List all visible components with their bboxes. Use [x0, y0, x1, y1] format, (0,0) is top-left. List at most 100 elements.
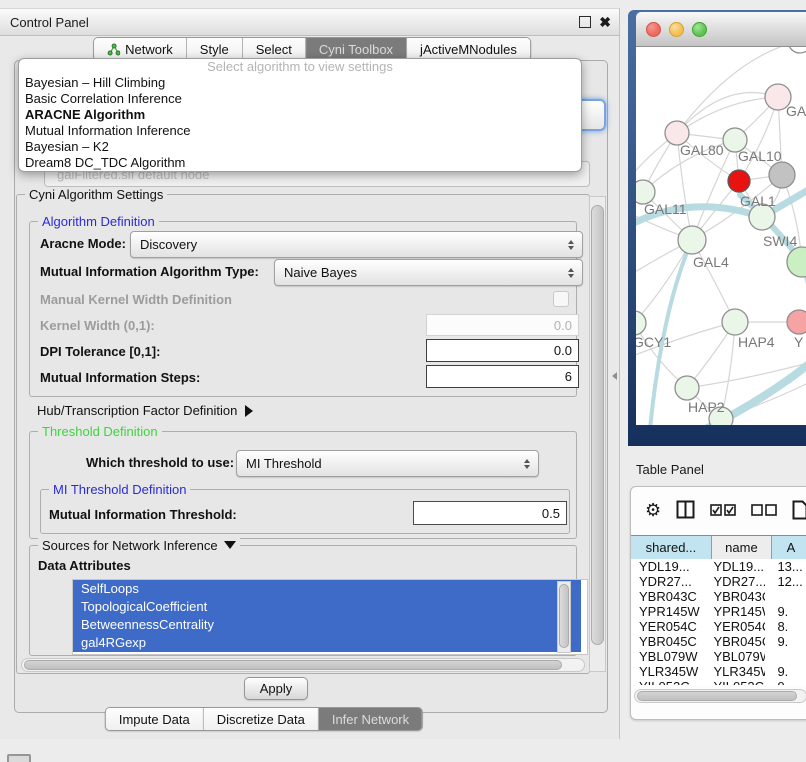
table-cell: YDR27... [631, 574, 709, 589]
table-row[interactable]: YIL052CYIL052C9. [631, 679, 806, 685]
tab-impute-data[interactable]: Impute Data [106, 708, 204, 730]
attributes-list-scrollbar[interactable] [557, 581, 571, 653]
node-label: GAL11 [644, 201, 687, 217]
mi-steps-field[interactable]: 6 [426, 365, 579, 388]
table-row[interactable]: YBL079WYBL079W [631, 649, 806, 664]
gear-icon[interactable]: ⚙ [645, 501, 661, 519]
network-node[interactable] [787, 310, 806, 334]
tab-jactivemnodules[interactable]: jActiveMNodules [407, 38, 530, 60]
table-row[interactable]: YDL19...YDL19...13... [631, 559, 806, 574]
show-columns-icon[interactable] [710, 504, 736, 516]
scrollbar-thumb[interactable] [637, 691, 797, 701]
bottom-tabs: Impute Data Discretize Data Infer Networ… [105, 707, 423, 731]
document-icon[interactable] [792, 500, 806, 520]
table-header: shared... name A [631, 535, 806, 560]
settings-horizontal-scrollbar[interactable] [21, 658, 585, 672]
menu-item[interactable]: Dream8 DC_TDC Algorithm [19, 155, 581, 171]
node-label: HAP4 [738, 334, 775, 350]
node-label: GAL [786, 103, 806, 119]
tab-discretize-data[interactable]: Discretize Data [204, 708, 319, 730]
table-row[interactable]: YBR043CYBR043C [631, 589, 806, 604]
network-node[interactable] [769, 162, 795, 188]
column-header-shared-name[interactable]: shared... [631, 536, 712, 559]
table-row[interactable]: YLR345WYLR345W9. [631, 664, 806, 679]
table-row[interactable]: YPR145WYPR145W9. [631, 604, 806, 619]
combo-arrows-icon [568, 268, 574, 278]
tab-infer-network-label: Infer Network [332, 712, 409, 727]
tab-network[interactable]: Network [94, 38, 187, 60]
dpi-tolerance-label: DPI Tolerance [0,1]: [40, 344, 160, 359]
combo-arrows-icon [568, 240, 574, 250]
network-node[interactable] [636, 311, 646, 335]
table-window: ⚙ shared... name A YDL19 [630, 486, 806, 720]
column-header-name[interactable]: name [712, 536, 772, 559]
menu-item[interactable]: Bayesian – K2 [19, 139, 581, 155]
mi-threshold-field[interactable]: 0.5 [413, 501, 567, 525]
list-item[interactable]: BetweennessCentrality [73, 616, 581, 634]
network-window-titlebar [636, 12, 806, 47]
dpi-tolerance-field[interactable]: 0.0 [426, 339, 579, 362]
tab-cyni-toolbox[interactable]: Cyni Toolbox [306, 38, 407, 60]
node-label: GAL10 [738, 148, 782, 164]
tab-infer-network[interactable]: Infer Network [319, 708, 422, 730]
manual-kernel-checkbox [553, 291, 569, 307]
node-label: GAL80 [680, 142, 724, 158]
table-cell: YBR043C [709, 589, 765, 604]
mi-type-select[interactable]: Naive Bayes [274, 259, 583, 286]
list-item[interactable]: TopologicalCoefficient [73, 598, 581, 616]
algorithm-definition-title: Algorithm Definition [38, 214, 159, 229]
network-node[interactable] [788, 47, 806, 53]
scrollbar-thumb[interactable] [24, 660, 562, 670]
scrollbar-thumb[interactable] [559, 584, 569, 648]
node-label: HAP2 [688, 399, 725, 415]
float-window-icon[interactable] [579, 16, 591, 28]
minimized-window-icon[interactable] [7, 754, 31, 762]
which-threshold-label: Which threshold to use: [86, 455, 234, 470]
network-node[interactable] [728, 170, 750, 192]
zoom-traffic-light[interactable] [692, 22, 707, 37]
cyni-algorithm-settings-group: Cyni Algorithm Settings Algorithm Defini… [16, 194, 590, 674]
hub-definition-label: Hub/Transcription Factor Definition [37, 403, 237, 418]
table-horizontal-scrollbar[interactable] [634, 689, 806, 703]
cyni-algorithm-settings-title: Cyni Algorithm Settings [25, 187, 167, 202]
which-threshold-select[interactable]: MI Threshold [236, 450, 539, 477]
tab-style[interactable]: Style [187, 38, 243, 60]
table-row[interactable]: YBR045CYBR045C9. [631, 634, 806, 649]
network-node[interactable] [678, 226, 706, 254]
splitter-grip[interactable] [612, 372, 617, 380]
network-canvas[interactable]: GALGAL80GAL10GAL1GAL11SWI4GAL4GCY1HAP4YH… [636, 47, 806, 425]
network-view-window: GALGAL80GAL10GAL1GAL11SWI4GAL4GCY1HAP4YH… [628, 10, 806, 446]
table-row[interactable]: YDR27...YDR27...12... [631, 574, 806, 589]
menu-item-aracne[interactable]: ARACNE Algorithm [19, 107, 581, 123]
column-header-partial[interactable]: A [772, 536, 806, 559]
menu-item[interactable]: Mutual Information Inference [19, 123, 581, 139]
dpi-tolerance-value: 0.0 [554, 343, 572, 358]
split-panel-icon[interactable] [676, 500, 695, 519]
menu-item[interactable]: Basic Correlation Inference [19, 91, 581, 107]
tab-select[interactable]: Select [243, 38, 306, 60]
close-traffic-light[interactable] [646, 22, 661, 37]
tab-select-label: Select [256, 42, 292, 57]
menu-item[interactable]: Bayesian – Hill Climbing [19, 75, 581, 91]
control-panel-title: Control Panel [0, 15, 89, 30]
sources-expander[interactable]: Sources for Network Inference [38, 538, 240, 553]
hub-definition-expander[interactable]: Hub/Transcription Factor Definition [37, 403, 253, 418]
network-edge[interactable] [636, 240, 692, 323]
network-node[interactable] [722, 309, 748, 335]
mi-steps-value: 6 [565, 369, 572, 384]
network-node[interactable] [675, 376, 699, 400]
apply-button[interactable]: Apply [244, 677, 308, 700]
list-item[interactable]: SelfLoops [73, 580, 581, 598]
scrollbar-thumb[interactable] [591, 205, 604, 645]
mi-type-label: Mutual Information Algorithm Type: [40, 264, 259, 279]
table-row[interactable]: YER054CYER054C8. [631, 619, 806, 634]
network-node[interactable] [787, 247, 806, 277]
aracne-mode-select[interactable]: Discovery [130, 231, 583, 258]
close-icon[interactable]: ✖ [599, 17, 611, 27]
hide-columns-icon[interactable] [751, 504, 777, 516]
node-label: SWI4 [763, 233, 797, 249]
list-item[interactable]: gal4RGexp [73, 634, 581, 652]
minimize-traffic-light[interactable] [669, 22, 684, 37]
algorithm-dropdown-placeholder: Select algorithm to view settings [19, 59, 581, 75]
settings-vertical-scrollbar[interactable] [589, 196, 606, 672]
